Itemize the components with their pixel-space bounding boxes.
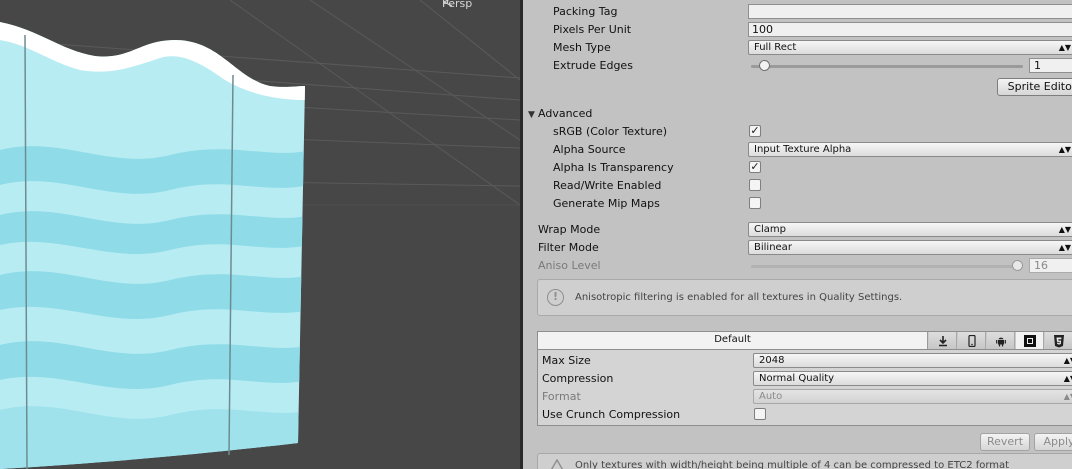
platform-tabs: Default	[538, 332, 1072, 350]
alpha-source-dropdown[interactable]: Input Texture Alpha ▲▼	[748, 142, 1072, 157]
camera-mode-label[interactable]: Persp	[442, 0, 472, 10]
windows-store-icon	[1023, 335, 1036, 347]
max-size-value: 2048	[759, 355, 785, 366]
warning-icon	[550, 459, 564, 469]
compression-row: Compression Normal Quality ▲▼	[538, 370, 1072, 388]
compression-value: Normal Quality	[759, 373, 835, 384]
mesh-type-dropdown[interactable]: Full Rect ▲▼	[748, 40, 1072, 55]
aniso-level-label: Aniso Level	[538, 259, 601, 272]
format-label: Format	[542, 390, 581, 403]
aniso-level-field[interactable]: 16	[1029, 258, 1072, 273]
alpha-is-transparency-label: Alpha Is Transparency	[553, 161, 674, 174]
alpha-source-row: Alpha Source Input Texture Alpha ▲▼	[523, 141, 1072, 159]
aniso-help-text: Anisotropic filtering is enabled for all…	[575, 292, 903, 303]
advanced-label: Advanced	[538, 107, 593, 120]
use-crunch-label: Use Crunch Compression	[542, 408, 681, 421]
filter-mode-value: Bilinear	[754, 242, 792, 253]
texture-import-inspector: Packing Tag Pixels Per Unit 100 Mesh Typ…	[523, 0, 1072, 469]
checkmark-icon: ✓	[750, 124, 760, 137]
use-crunch-row: Use Crunch Compression	[538, 406, 1072, 424]
etc2-warning-text: Only textures with width/height being mu…	[575, 460, 1010, 469]
android-icon	[995, 337, 1006, 347]
mesh-type-row: Mesh Type Full Rect ▲▼	[523, 39, 1072, 57]
extrude-edges-slider-track[interactable]	[751, 65, 1023, 68]
format-dropdown[interactable]: Auto ▲▼	[753, 389, 1072, 404]
tab-android[interactable]	[987, 332, 1015, 349]
scene-view[interactable]: Persp	[0, 0, 520, 469]
etc2-warning-box: Only textures with width/height being mu…	[537, 453, 1072, 469]
alpha-is-transparency-row: Alpha Is Transparency ✓	[523, 159, 1072, 177]
tab-windows-store[interactable]	[1016, 332, 1044, 349]
alpha-source-value: Input Texture Alpha	[754, 144, 852, 155]
dropdown-arrow-icon: ▲▼	[1058, 243, 1071, 252]
wrap-mode-label: Wrap Mode	[538, 223, 601, 236]
read-write-row: Read/Write Enabled	[523, 177, 1072, 195]
pixels-per-unit-field[interactable]: 100	[748, 22, 1072, 37]
aniso-level-row: Aniso Level 16	[523, 257, 1072, 275]
generate-mip-maps-row: Generate Mip Maps	[523, 195, 1072, 213]
dropdown-arrow-icon: ▲▼	[1063, 356, 1072, 365]
scene-canvas	[0, 0, 520, 469]
tab-standalone[interactable]	[929, 332, 957, 349]
dropdown-arrow-icon: ▲▼	[1063, 392, 1072, 401]
filter-mode-dropdown[interactable]: Bilinear ▲▼	[748, 240, 1072, 255]
packing-tag-field[interactable]	[748, 4, 1072, 19]
alpha-is-transparency-checkbox[interactable]: ✓	[749, 161, 761, 173]
filter-mode-label: Filter Mode	[538, 241, 599, 254]
extrude-edges-field[interactable]: 1	[1029, 58, 1072, 73]
packing-tag-row: Packing Tag	[523, 3, 1072, 21]
extrude-edges-label: Extrude Edges	[553, 59, 633, 72]
packing-tag-label: Packing Tag	[553, 5, 618, 18]
format-value: Auto	[759, 391, 783, 402]
read-write-label: Read/Write Enabled	[553, 179, 662, 192]
aniso-level-slider-track[interactable]	[751, 265, 1023, 268]
format-row: Format Auto ▲▼	[538, 388, 1072, 406]
pixels-per-unit-label: Pixels Per Unit	[553, 23, 632, 36]
mesh-type-value: Full Rect	[754, 42, 797, 53]
use-crunch-checkbox[interactable]	[754, 408, 766, 420]
max-size-dropdown[interactable]: 2048 ▲▼	[753, 353, 1072, 368]
apply-button[interactable]: Apply	[1034, 433, 1072, 451]
srgb-row: sRGB (Color Texture) ✓	[523, 123, 1072, 141]
dropdown-arrow-icon: ▲▼	[1058, 145, 1071, 154]
dropdown-arrow-icon: ▲▼	[1058, 225, 1071, 234]
srgb-label: sRGB (Color Texture)	[553, 125, 668, 138]
checkmark-icon: ✓	[750, 160, 760, 173]
wrap-mode-dropdown[interactable]: Clamp ▲▼	[748, 222, 1072, 237]
tab-default[interactable]: Default	[538, 332, 928, 349]
aniso-level-slider-thumb[interactable]	[1012, 260, 1023, 271]
extrude-edges-slider-thumb[interactable]	[758, 60, 770, 71]
info-icon: !	[547, 289, 564, 306]
max-size-row: Max Size 2048 ▲▼	[538, 352, 1072, 370]
revert-button[interactable]: Revert	[980, 433, 1030, 451]
generate-mip-maps-checkbox[interactable]	[749, 197, 761, 209]
read-write-checkbox[interactable]	[749, 179, 761, 191]
compression-dropdown[interactable]: Normal Quality ▲▼	[753, 371, 1072, 386]
filter-mode-row: Filter Mode Bilinear ▲▼	[523, 239, 1072, 257]
wrap-mode-row: Wrap Mode Clamp ▲▼	[523, 221, 1072, 239]
pixels-per-unit-row: Pixels Per Unit 100	[523, 21, 1072, 39]
alpha-source-label: Alpha Source	[553, 143, 626, 156]
sprite-editor-button[interactable]: Sprite Editor	[997, 78, 1072, 96]
mesh-type-label: Mesh Type	[553, 41, 611, 54]
extrude-edges-row: Extrude Edges 1	[523, 57, 1072, 75]
download-icon	[938, 336, 947, 347]
wrap-mode-value: Clamp	[754, 224, 786, 235]
advanced-foldout[interactable]: Advanced	[523, 105, 1072, 123]
platform-settings-box: Default Max Size 2048 ▲▼	[537, 331, 1072, 426]
compression-label: Compression	[542, 372, 614, 385]
mobile-icon	[967, 334, 976, 348]
max-size-label: Max Size	[542, 354, 591, 367]
tab-webgl[interactable]	[1045, 332, 1072, 349]
dropdown-arrow-icon: ▲▼	[1058, 43, 1071, 52]
tab-ios[interactable]	[958, 332, 986, 349]
dropdown-arrow-icon: ▲▼	[1063, 374, 1072, 383]
water-sprite	[0, 22, 305, 469]
generate-mip-maps-label: Generate Mip Maps	[553, 197, 660, 210]
aniso-help-box: ! Anisotropic filtering is enabled for a…	[537, 279, 1072, 316]
html5-icon	[1053, 335, 1064, 348]
srgb-checkbox[interactable]: ✓	[749, 125, 761, 137]
